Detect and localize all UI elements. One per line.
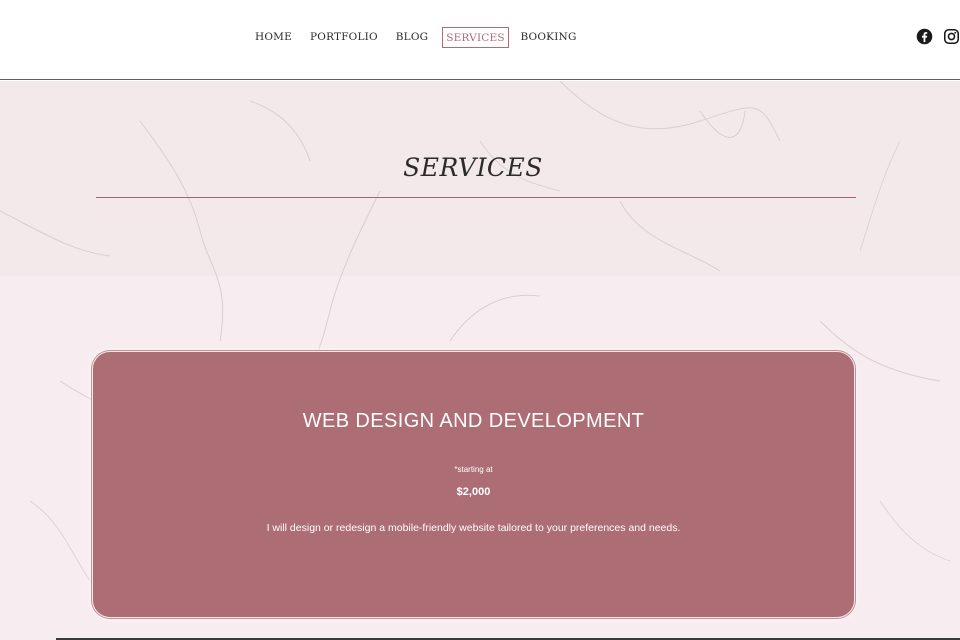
service-description: I will design or redesign a mobile-frien… [266,522,681,534]
page-title: SERVICES [403,153,543,182]
facebook-icon[interactable] [916,28,933,45]
service-card: WEB DESIGN AND DEVELOPMENT *starting at … [92,351,855,618]
nav-services[interactable]: SERVICES [442,27,509,48]
nav-home[interactable]: HOME [253,27,294,48]
nav-portfolio[interactable]: PORTFOLIO [310,27,378,48]
title-divider [96,197,856,198]
price-note: *starting at [454,465,493,474]
site-header: HOME PORTFOLIO BLOG SERVICES BOOKING [0,0,960,80]
nav-booking[interactable]: BOOKING [520,27,577,48]
service-price: $2,000 [456,486,491,498]
service-title: WEB DESIGN AND DEVELOPMENT [302,410,645,432]
instagram-icon[interactable] [943,28,960,45]
nav-blog[interactable]: BLOG [393,27,431,48]
